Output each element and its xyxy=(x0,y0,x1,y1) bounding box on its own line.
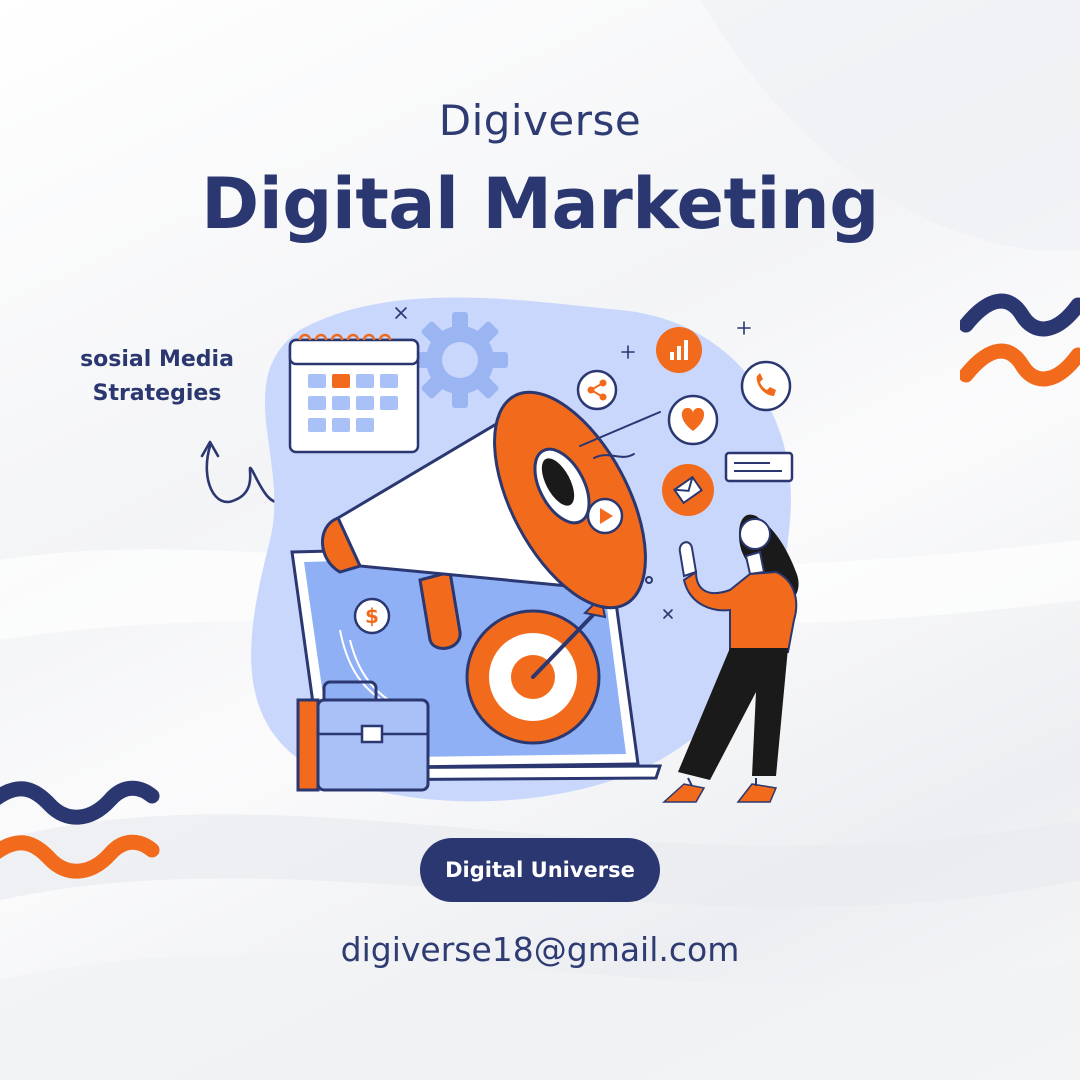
mail-icon xyxy=(662,464,714,516)
digital-universe-button[interactable]: Digital Universe xyxy=(420,838,660,902)
message-icon xyxy=(724,451,794,483)
marketing-illustration: $ xyxy=(251,297,799,803)
svg-text:$: $ xyxy=(365,604,379,628)
squiggle-bottom-left xyxy=(0,780,160,879)
heart-icon xyxy=(667,394,719,446)
poster: Digiverse Digital Marketing sosial Media… xyxy=(0,0,1080,1080)
contact-email[interactable]: digiverse18@gmail.com xyxy=(0,930,1080,969)
dollar-icon: $ xyxy=(353,597,391,635)
play-icon xyxy=(586,497,624,535)
share-icon xyxy=(576,369,618,411)
calendar-icon xyxy=(288,333,420,454)
squiggle-top-right xyxy=(960,293,1080,387)
bar-chart-icon xyxy=(656,327,702,373)
phone-icon xyxy=(740,360,792,412)
gear-icon xyxy=(412,312,508,408)
page-title: Digital Marketing xyxy=(201,163,879,245)
brand-name: Digiverse xyxy=(438,96,642,145)
